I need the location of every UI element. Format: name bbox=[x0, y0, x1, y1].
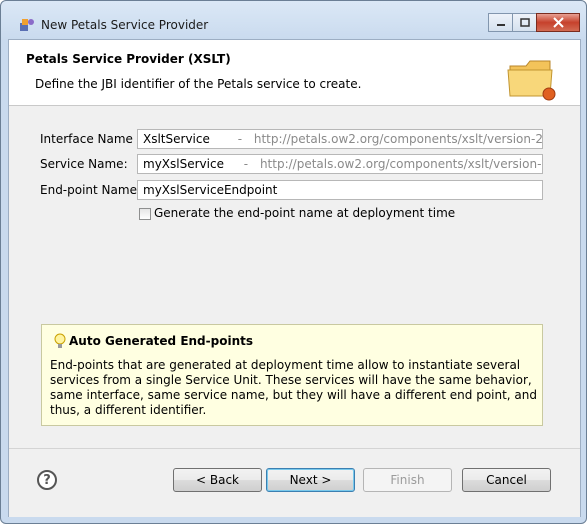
info-title: Auto Generated End-points bbox=[69, 334, 253, 348]
endpoint-name-label: End-point Name: bbox=[40, 183, 141, 197]
wizard-window: New Petals Service Provider Petals Servi… bbox=[0, 0, 587, 524]
service-name-value: myXslService bbox=[143, 157, 224, 171]
interface-name-field[interactable]: XsltService - http://petals.ow2.org/comp… bbox=[137, 129, 543, 149]
interface-namespace: http://petals.ow2.org/components/xslt/ve… bbox=[253, 132, 543, 146]
lightbulb-icon bbox=[54, 333, 66, 348]
finish-button[interactable]: Finish bbox=[363, 468, 452, 492]
generate-endpoint-label[interactable]: Generate the end-point name at deploymen… bbox=[154, 206, 455, 220]
close-button[interactable] bbox=[536, 13, 580, 32]
service-name-label: Service Name: bbox=[40, 157, 128, 171]
interface-name-value: XsltService bbox=[143, 132, 210, 146]
endpoint-name-input[interactable]: myXslServiceEndpoint bbox=[137, 180, 543, 200]
dialog-client-area: Petals Service Provider (XSLT) Define th… bbox=[8, 39, 581, 517]
minimize-button[interactable] bbox=[488, 13, 513, 32]
page-title: Petals Service Provider (XSLT) bbox=[26, 52, 231, 66]
window-controls bbox=[488, 13, 580, 33]
identifier-form: Interface Name *: XsltService - http://p… bbox=[9, 106, 580, 447]
back-button[interactable]: < Back bbox=[173, 468, 262, 492]
service-separator: - bbox=[243, 157, 249, 171]
info-body: End-points that are generated at deploym… bbox=[50, 358, 538, 417]
title-bar: New Petals Service Provider bbox=[1, 1, 586, 39]
generate-endpoint-checkbox[interactable] bbox=[139, 208, 151, 220]
next-button[interactable]: Next > bbox=[266, 468, 355, 492]
interface-separator: - bbox=[237, 132, 243, 146]
cancel-button[interactable]: Cancel bbox=[462, 468, 551, 492]
interface-name-label: Interface Name *: bbox=[40, 132, 147, 146]
wizard-header: Petals Service Provider (XSLT) Define th… bbox=[9, 40, 580, 106]
window-title: New Petals Service Provider bbox=[41, 18, 209, 32]
help-icon[interactable]: ? bbox=[37, 470, 57, 490]
button-bar: ? < Back Next > Finish Cancel bbox=[9, 448, 580, 517]
maximize-icon bbox=[519, 17, 530, 27]
info-box: Auto Generated End-points End-points tha… bbox=[41, 324, 543, 426]
maximize-button[interactable] bbox=[512, 13, 537, 32]
service-name-field[interactable]: myXslService - http://petals.ow2.org/com… bbox=[137, 154, 543, 174]
page-description: Define the JBI identifier of the Petals … bbox=[35, 77, 362, 91]
close-icon bbox=[552, 17, 564, 28]
eclipse-app-icon bbox=[20, 19, 34, 31]
folder-icon bbox=[507, 60, 556, 101]
minimize-icon bbox=[496, 23, 505, 26]
service-namespace: http://petals.ow2.org/components/xslt/ve… bbox=[259, 157, 543, 171]
